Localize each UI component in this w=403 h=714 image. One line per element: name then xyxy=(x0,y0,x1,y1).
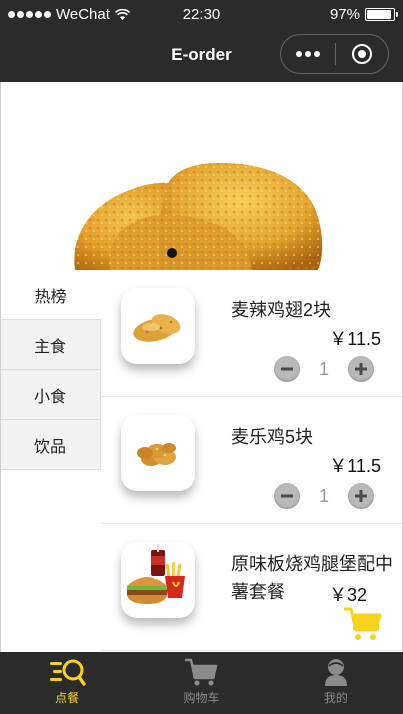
top-bar: WeChat 22:30 97% E-order xyxy=(0,0,403,82)
product-name: 原味板烧鸡腿堡配中薯套餐 xyxy=(231,554,393,602)
decrease-button[interactable] xyxy=(274,356,300,382)
product-list[interactable]: 麦辣鸡翅2块 ￥11.5 1 麦乐鸡5块 ￥11.5 1 原味板烧鸡腿堡配中薯套… xyxy=(101,270,403,652)
quantity-stepper: 1 xyxy=(274,356,374,382)
tab-profile[interactable]: 我的 xyxy=(269,652,403,714)
product-thumbnail[interactable] xyxy=(121,288,195,364)
tab-order[interactable]: 点餐 xyxy=(0,652,134,714)
quantity-value: 1 xyxy=(318,358,329,379)
plus-icon xyxy=(355,490,367,502)
category-sidebar: 热榜 主食 小食 饮品 xyxy=(0,270,101,470)
product-thumbnail[interactable] xyxy=(121,542,195,618)
tab-profile-label: 我的 xyxy=(323,691,348,705)
increase-button[interactable] xyxy=(348,483,374,509)
tab-order-label: 点餐 xyxy=(55,691,80,705)
promo-banner[interactable] xyxy=(0,82,403,270)
battery-icon xyxy=(365,8,398,21)
profile-icon xyxy=(324,659,347,686)
product-name: 麦乐鸡5块 xyxy=(231,427,314,447)
product-price: ￥11.5 xyxy=(329,456,381,476)
tab-cart-label: 购物车 xyxy=(183,691,220,705)
battery-percent: 97% xyxy=(329,6,360,23)
floating-cart-button[interactable] xyxy=(342,603,382,643)
quantity-value: 1 xyxy=(318,485,329,506)
fried-chicken-image xyxy=(74,162,323,270)
nuggets-image xyxy=(137,443,176,466)
increase-button[interactable] xyxy=(348,356,374,382)
app-screen: WeChat 22:30 97% E-order 热榜 主食 小食 饮品 麦辣鸡… xyxy=(0,0,403,714)
product-name: 麦辣鸡翅2块 xyxy=(231,300,332,320)
tab-cart[interactable]: 购物车 xyxy=(134,652,268,714)
category-drinks[interactable]: 饮品 xyxy=(0,420,101,470)
bottom-tab-bar: 点餐 购物车 我的 xyxy=(0,652,403,714)
left-border xyxy=(0,82,1,652)
miniprogram-capsule xyxy=(280,34,389,74)
cart-icon xyxy=(344,607,382,640)
quantity-stepper: 1 xyxy=(274,483,374,509)
product-item: 麦乐鸡5块 ￥11.5 1 xyxy=(101,397,403,524)
decrease-button[interactable] xyxy=(274,483,300,509)
minus-icon xyxy=(281,367,293,371)
category-main[interactable]: 主食 xyxy=(0,320,101,370)
spicy-wings-image xyxy=(133,314,181,342)
close-miniprogram-button[interactable] xyxy=(336,43,388,65)
category-snacks[interactable]: 小食 xyxy=(0,370,101,420)
order-icon xyxy=(50,659,86,686)
minus-icon xyxy=(281,494,293,498)
product-price: ￥11.5 xyxy=(329,329,381,349)
close-target-icon xyxy=(352,44,372,64)
more-menu-button[interactable] xyxy=(281,51,335,57)
banner-indicator-dot[interactable] xyxy=(167,248,177,258)
status-bar: WeChat 22:30 97% xyxy=(0,0,403,30)
category-hot[interactable]: 热榜 xyxy=(0,270,101,320)
cart-icon xyxy=(185,658,218,686)
burger-meal-image xyxy=(127,544,185,604)
plus-icon xyxy=(355,363,367,375)
product-thumbnail[interactable] xyxy=(121,415,195,491)
product-item: 麦辣鸡翅2块 ￥11.5 1 xyxy=(101,270,403,397)
